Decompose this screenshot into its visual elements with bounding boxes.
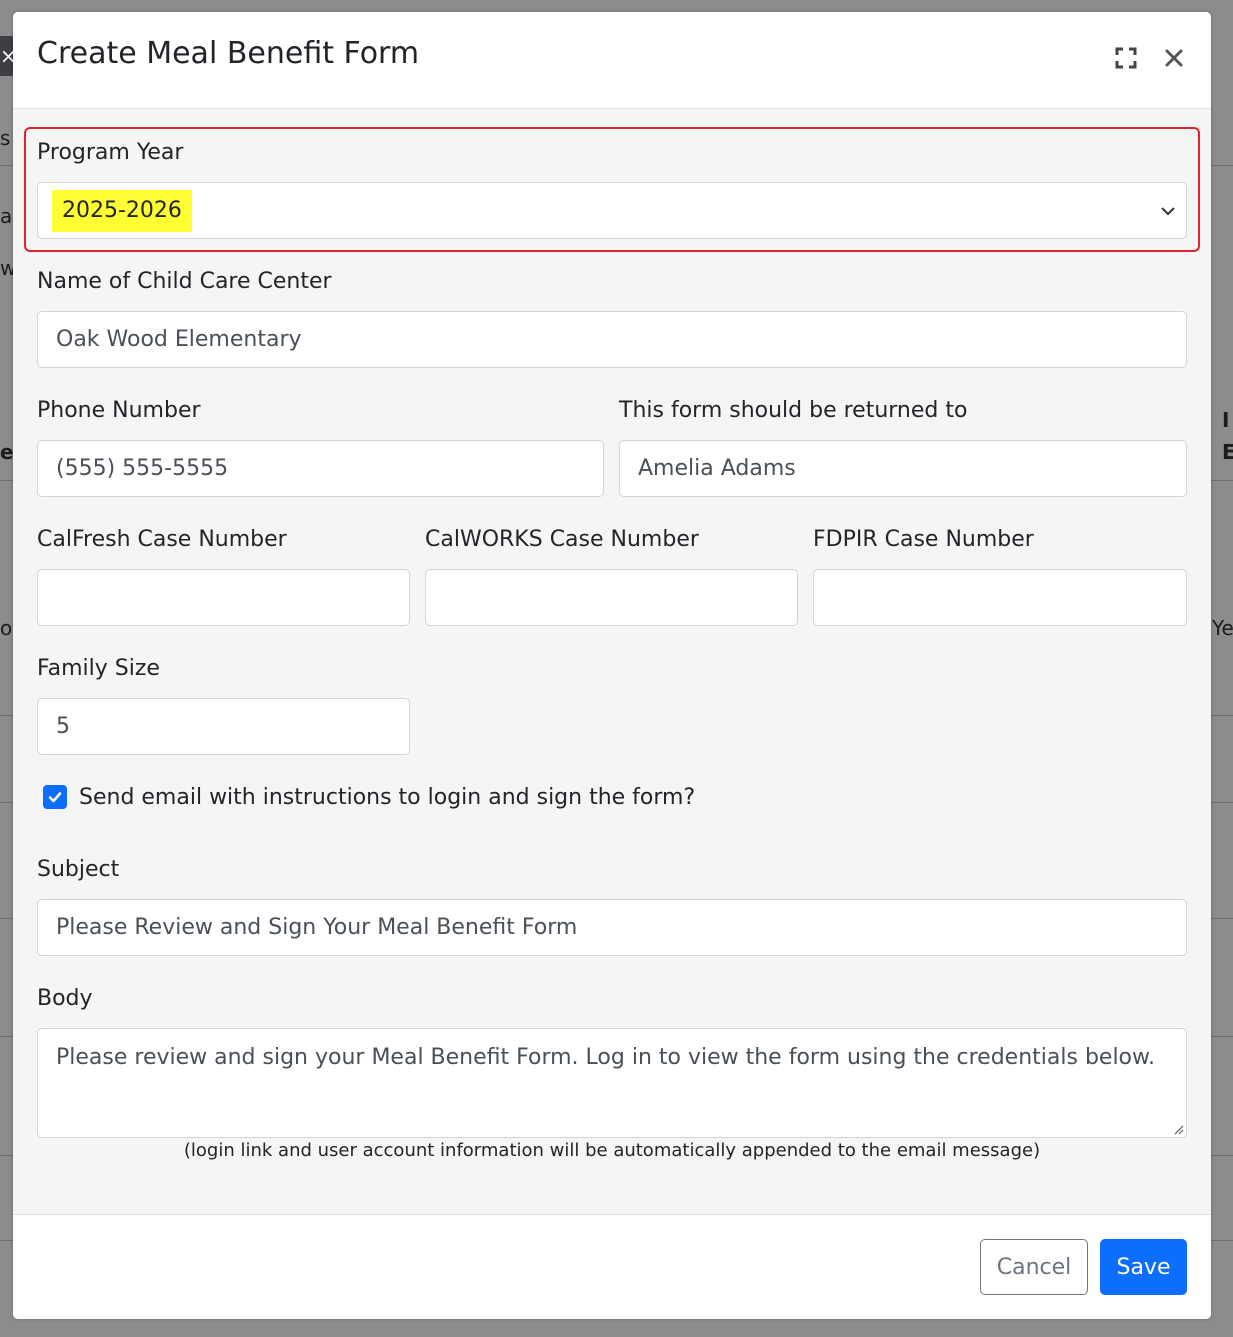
family-size-label: Family Size — [37, 656, 160, 681]
send-email-checkbox[interactable] — [43, 785, 67, 809]
phone-input[interactable]: (555) 555-5555 — [37, 440, 604, 497]
return-to-label: This form should be returned to — [619, 398, 968, 423]
background-fragment: E — [1222, 440, 1233, 464]
calworks-input[interactable] — [425, 569, 798, 626]
body-hint: (login link and user account information… — [183, 1140, 1041, 1161]
center-name-input[interactable]: Oak Wood Elementary — [37, 311, 1187, 368]
family-size-input[interactable]: 5 — [37, 698, 410, 755]
background-fragment: I — [1222, 408, 1230, 432]
close-icon[interactable] — [1159, 42, 1189, 74]
background-fragment: s — [0, 126, 11, 150]
center-name-label: Name of Child Care Center — [37, 269, 332, 294]
cancel-button[interactable]: Cancel — [980, 1239, 1088, 1295]
modal-header: Create Meal Benefit Form — [13, 12, 1211, 109]
send-email-label[interactable]: Send email with instructions to login an… — [79, 785, 695, 810]
program-year-label: Program Year — [37, 140, 184, 165]
calfresh-label: CalFresh Case Number — [37, 527, 287, 552]
background-close-icon: × — [0, 36, 17, 76]
modal-title: Create Meal Benefit Form — [37, 36, 420, 71]
save-button[interactable]: Save — [1100, 1239, 1187, 1295]
fdpir-input[interactable] — [813, 569, 1187, 626]
subject-input[interactable]: Please Review and Sign Your Meal Benefit… — [37, 899, 1187, 956]
program-year-select[interactable]: 2025-2026 — [37, 182, 1187, 239]
phone-label: Phone Number — [37, 398, 201, 423]
chevron-down-icon — [1161, 207, 1175, 216]
expand-icon[interactable] — [1111, 42, 1141, 74]
fdpir-label: FDPIR Case Number — [813, 527, 1034, 552]
calworks-label: CalWORKS Case Number — [425, 527, 699, 552]
background-fragment: Ye — [1212, 616, 1233, 640]
body-text: Please review and sign your Meal Benefit… — [56, 1045, 1155, 1070]
return-to-input[interactable]: Amelia Adams — [619, 440, 1187, 497]
check-icon — [48, 792, 62, 803]
create-meal-benefit-modal: Create Meal Benefit Form Program Year 20… — [13, 12, 1211, 1319]
program-year-value: 2025-2026 — [52, 190, 192, 232]
subject-label: Subject — [37, 857, 120, 882]
calfresh-input[interactable] — [37, 569, 410, 626]
resize-handle-icon[interactable] — [1172, 1123, 1184, 1135]
body-label: Body — [37, 986, 93, 1011]
body-textarea[interactable]: Please review and sign your Meal Benefit… — [37, 1028, 1187, 1138]
